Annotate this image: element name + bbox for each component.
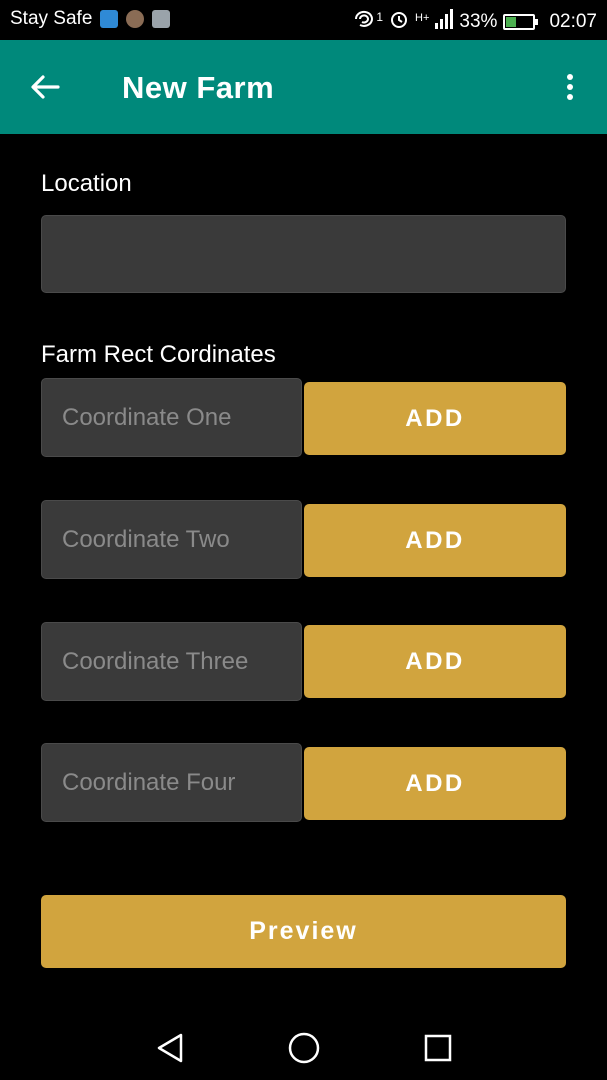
- location-label: Location: [41, 170, 132, 197]
- battery-percent: 33%: [459, 11, 498, 32]
- coordinate-two-input[interactable]: [41, 500, 302, 579]
- status-right: 1 H+ 33% 02:07: [352, 8, 597, 36]
- coordinate-four-input[interactable]: [41, 743, 302, 822]
- arrow-left-icon: [31, 75, 60, 99]
- page-title: New Farm: [122, 70, 275, 105]
- coordinate-three-input[interactable]: [41, 622, 302, 701]
- coordinate-one-input[interactable]: [41, 378, 302, 457]
- back-triangle-icon[interactable]: [150, 1028, 190, 1068]
- coordinates-label: Farm Rect Cordinates: [41, 341, 276, 368]
- add-coordinate-three-button[interactable]: ADD: [304, 625, 566, 698]
- hotspot-icon: [352, 8, 376, 36]
- carrier-name: Stay Safe: [10, 8, 93, 29]
- add-coordinate-two-button[interactable]: ADD: [304, 504, 566, 577]
- add-coordinate-one-button[interactable]: ADD: [304, 382, 566, 455]
- more-vertical-icon[interactable]: [553, 66, 587, 108]
- avatar-icon: [126, 10, 145, 28]
- home-circle-icon[interactable]: [284, 1028, 324, 1068]
- system-nav-bar: [0, 1010, 607, 1080]
- alarm-icon: [389, 9, 409, 35]
- app-bar: New Farm: [0, 40, 607, 134]
- back-button[interactable]: [20, 64, 70, 110]
- status-left: Stay Safe: [10, 8, 171, 30]
- preview-button[interactable]: Preview: [41, 895, 566, 968]
- clock: 02:07: [549, 11, 597, 32]
- recents-square-icon[interactable]: [418, 1028, 458, 1068]
- status-bar: Stay Safe 1 H+ 33% 02:07: [0, 0, 607, 40]
- usb-icon: [100, 10, 119, 28]
- sim-badge: 1: [376, 10, 384, 24]
- screen: Stay Safe 1 H+ 33% 02:07 New Farm Locati…: [0, 0, 607, 1080]
- image-icon: [152, 10, 171, 28]
- signal-icon: [435, 9, 454, 35]
- network-type: H+: [415, 12, 430, 24]
- location-input[interactable]: [41, 215, 566, 293]
- add-coordinate-four-button[interactable]: ADD: [304, 747, 566, 820]
- battery-icon: [503, 14, 539, 30]
